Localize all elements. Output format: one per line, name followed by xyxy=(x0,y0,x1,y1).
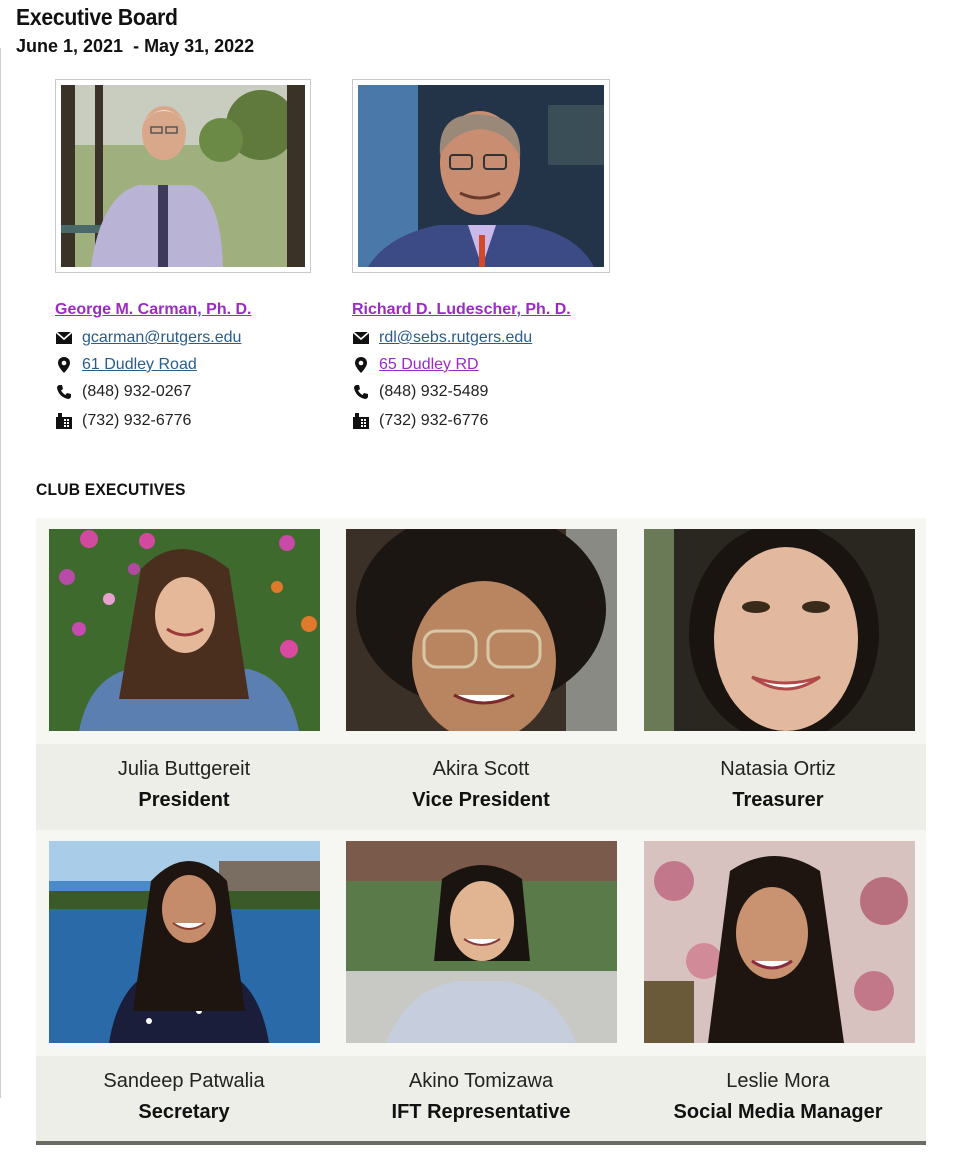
term-dates: June 1, 2021 - May 31, 2022 xyxy=(16,36,255,56)
advisor-photo-frame xyxy=(352,79,610,273)
contact-address-row: 65 Dudley RD xyxy=(352,354,479,376)
executive-caption: Natasia Ortiz Treasurer xyxy=(630,758,926,812)
executive-name: Sandeep Patwalia xyxy=(103,1070,265,1092)
club-executives-heading: CLUB EXECUTIVES xyxy=(36,480,186,499)
page-title: Executive Board xyxy=(16,4,178,30)
contact-email-row: rdl@sebs.rutgers.edu xyxy=(352,327,532,349)
executive-caption: Leslie Mora Social Media Manager xyxy=(630,1070,926,1124)
phone-icon xyxy=(352,383,370,401)
executive-role: President xyxy=(138,789,230,811)
contact-phone-row: (848) 932-5489 xyxy=(352,381,488,403)
left-border-line xyxy=(0,48,1,1098)
advisor-name-link[interactable]: Richard D. Ludescher, Ph. D. xyxy=(352,301,571,319)
advisor-photo-carman[interactable] xyxy=(61,85,305,267)
fax-number: (732) 932-6776 xyxy=(379,412,489,429)
executive-name: Natasia Ortiz xyxy=(720,758,836,780)
contact-address-row: 61 Dudley Road xyxy=(55,354,197,376)
contact-phone-row: (848) 932-0267 xyxy=(55,381,191,403)
executive-name: Leslie Mora xyxy=(726,1070,830,1092)
advisor-card-carman: George M. Carman, Ph. D. gcarman@rutgers… xyxy=(55,79,355,439)
advisor-photo-ludescher[interactable] xyxy=(358,85,604,267)
envelope-icon xyxy=(55,329,73,347)
executive-name: Akino Tomizawa xyxy=(408,1070,554,1092)
executive-photo-patwalia[interactable] xyxy=(49,841,320,1043)
executive-caption: Akino Tomizawa IFT Representative xyxy=(333,1070,629,1124)
executive-role: Social Media Manager xyxy=(673,1101,883,1123)
executive-caption: Julia Buttgereit President xyxy=(36,758,332,812)
email-link[interactable]: gcarman@rutgers.edu xyxy=(82,329,241,347)
email-link[interactable]: rdl@sebs.rutgers.edu xyxy=(379,329,532,347)
advisor-photo-frame xyxy=(55,79,311,273)
map-marker-icon xyxy=(352,356,370,374)
executive-photo-ortiz[interactable] xyxy=(644,529,915,731)
executive-name: Julia Buttgereit xyxy=(117,758,251,780)
advisor-card-ludescher: Richard D. Ludescher, Ph. D. rdl@sebs.ru… xyxy=(352,79,652,439)
map-marker-icon xyxy=(55,356,73,374)
contact-fax-row: (732) 932-6776 xyxy=(55,410,191,432)
contact-fax-row: (732) 932-6776 xyxy=(352,410,488,432)
fax-icon xyxy=(352,412,370,430)
executive-photo-buttgereit[interactable] xyxy=(49,529,320,731)
envelope-icon xyxy=(352,329,370,347)
address-link[interactable]: 65 Dudley RD xyxy=(379,356,479,374)
executive-caption: Sandeep Patwalia Secretary xyxy=(36,1070,332,1124)
phone-number: (848) 932-0267 xyxy=(82,383,192,400)
executive-name: Akira Scott xyxy=(432,758,530,780)
executive-photo-scott[interactable] xyxy=(346,529,617,731)
executive-photo-tomizawa[interactable] xyxy=(346,841,617,1043)
address-link[interactable]: 61 Dudley Road xyxy=(82,356,197,374)
bottom-divider xyxy=(36,1141,926,1145)
executive-caption: Akira Scott Vice President xyxy=(333,758,629,812)
contact-email-row: gcarman@rutgers.edu xyxy=(55,327,241,349)
phone-number: (848) 932-5489 xyxy=(379,383,489,400)
executive-role: Secretary xyxy=(138,1101,230,1123)
advisor-name-link[interactable]: George M. Carman, Ph. D. xyxy=(55,301,251,319)
executive-role: Vice President xyxy=(412,789,550,811)
fax-number: (732) 932-6776 xyxy=(82,412,192,429)
fax-icon xyxy=(55,412,73,430)
executive-role: Treasurer xyxy=(732,789,824,811)
phone-icon xyxy=(55,383,73,401)
executive-role: IFT Representative xyxy=(391,1101,571,1123)
executive-photo-mora[interactable] xyxy=(644,841,915,1043)
